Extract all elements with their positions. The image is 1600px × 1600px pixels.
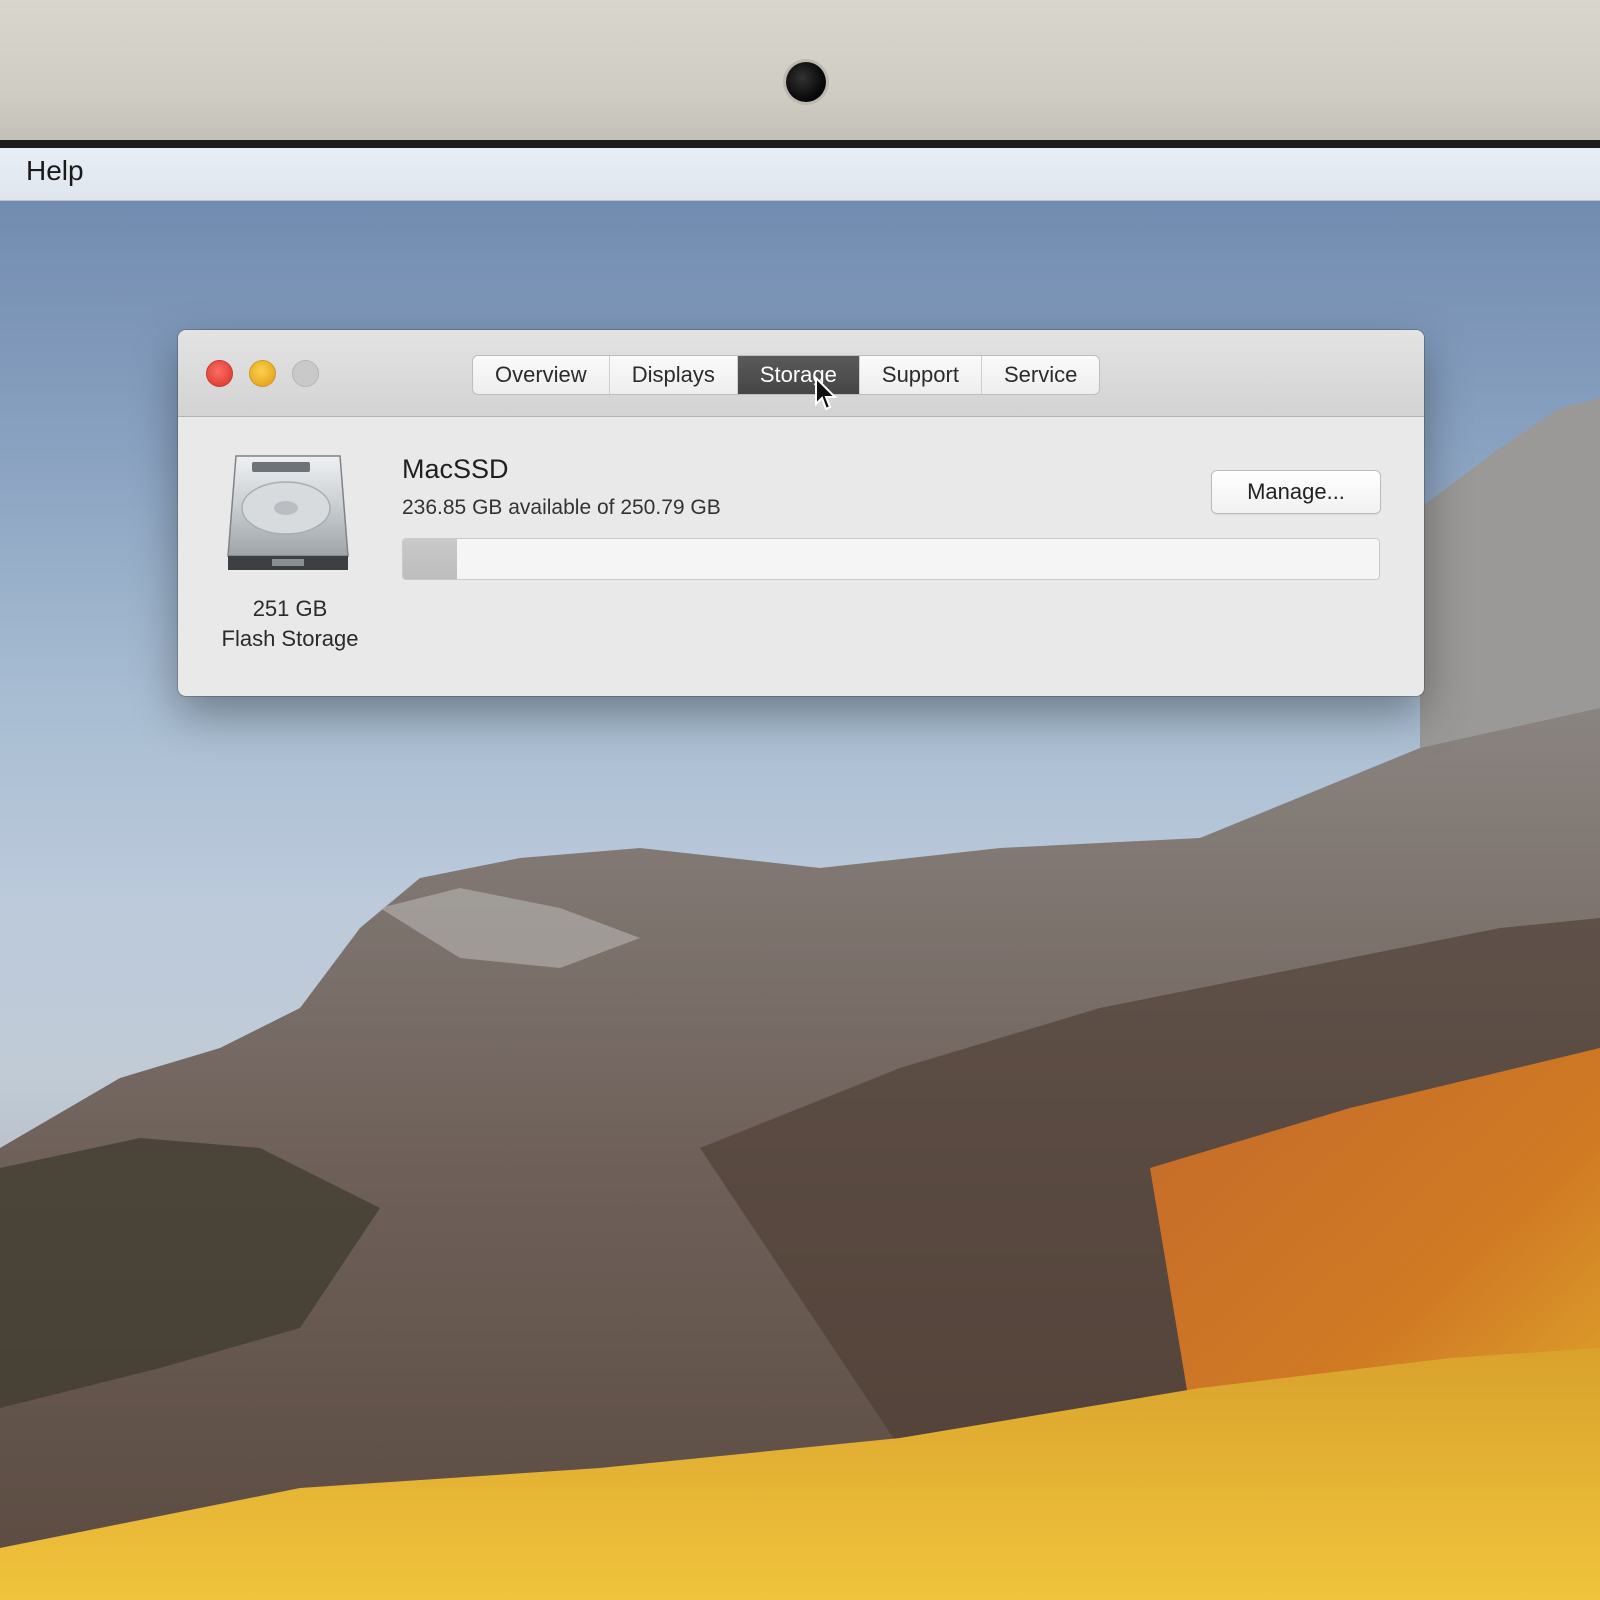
camera-icon xyxy=(786,62,826,102)
menu-help[interactable]: Help xyxy=(26,155,84,187)
minimize-button[interactable] xyxy=(249,360,276,387)
laptop-bezel xyxy=(0,0,1600,140)
about-this-mac-window: Overview Displays Storage Support Servic… xyxy=(178,330,1424,696)
manage-button[interactable]: Manage... xyxy=(1211,470,1381,514)
drive-type-label: Flash Storage xyxy=(221,626,359,651)
volume-availability: 236.85 GB available of 250.79 GB xyxy=(402,496,721,519)
volume-name: MacSSD xyxy=(402,454,509,484)
menu-bar: Help xyxy=(0,148,1600,201)
tab-storage[interactable]: Storage xyxy=(737,356,860,394)
title-bar: Overview Displays Storage Support Servic… xyxy=(178,330,1424,417)
hard-drive-icon xyxy=(227,455,349,570)
storage-usage-bar xyxy=(402,538,1380,580)
close-button[interactable] xyxy=(206,360,233,387)
tab-displays[interactable]: Displays xyxy=(610,356,738,394)
zoom-button xyxy=(292,360,319,387)
tab-overview[interactable]: Overview xyxy=(473,356,610,394)
drive-size-label: 251 GB xyxy=(252,596,328,621)
tab-support[interactable]: Support xyxy=(860,356,982,394)
tab-service[interactable]: Service xyxy=(982,356,1099,394)
storage-used-segment xyxy=(403,539,458,579)
tab-bar: Overview Displays Storage Support Servic… xyxy=(472,355,1101,395)
